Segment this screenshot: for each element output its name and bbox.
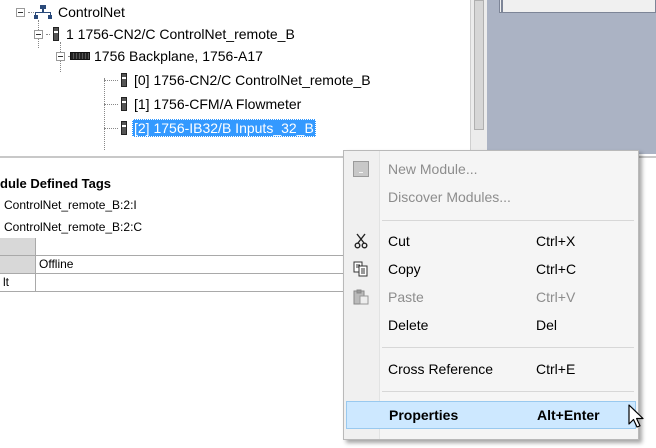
grid-status-cell: Offline (39, 257, 74, 271)
menu-item-label: New Module... (388, 161, 478, 177)
menu-separator (382, 347, 634, 348)
menu-item-shortcut: Ctrl+X (536, 233, 576, 249)
workspace-pane (487, 0, 656, 154)
tree-node-slot-0[interactable]: [0] 1756-CN2/C ControlNet_remote_B (104, 70, 373, 90)
module-icon (121, 121, 127, 135)
grid-cell (0, 238, 36, 255)
tree-connector (46, 33, 50, 35)
menu-item-shortcut: Ctrl+V (536, 289, 576, 305)
scrollbar-thumb[interactable] (474, 0, 484, 130)
menu-item-label: Discover Modules... (388, 189, 511, 205)
tag-grid: Offline lt (0, 238, 344, 292)
menu-item-label: Copy (388, 261, 421, 277)
scissors-icon (350, 231, 372, 251)
tree-node-label: 1 1756-CN2/C ControlNet_remote_B (66, 26, 295, 42)
menu-item-paste[interactable]: Paste Ctrl+V (346, 283, 636, 311)
mouse-cursor-icon (628, 404, 644, 428)
module-icon (121, 97, 127, 111)
tree-scrollbar[interactable] (470, 0, 487, 154)
menu-item-shortcut: Ctrl+E (536, 361, 576, 377)
grid-cell (36, 274, 344, 291)
new-module-icon (350, 159, 372, 179)
collapse-icon[interactable] (56, 51, 65, 61)
grid-cell (0, 256, 36, 273)
menu-item-discover-modules[interactable]: Discover Modules... (346, 183, 636, 211)
tree-connector (104, 103, 118, 105)
grid-row (0, 238, 344, 256)
tree-node-label: ControlNet (58, 4, 125, 20)
menu-separator (382, 391, 634, 392)
tree-node-slot-2[interactable]: [2] 1756-IB32/B Inputs_32_B (104, 118, 316, 138)
menu-item-cross-reference[interactable]: Cross Reference Ctrl+E (346, 355, 636, 383)
workspace-window (499, 0, 656, 13)
tree-node-label: [1] 1756-CFM/A Flowmeter (134, 96, 302, 112)
menu-item-new-module[interactable]: New Module... (346, 155, 636, 183)
module-icon (53, 27, 59, 41)
tree-node-cn2-remote-b[interactable]: 1 1756-CN2/C ControlNet_remote_B (34, 24, 297, 44)
menu-item-properties[interactable]: Properties Alt+Enter (346, 401, 636, 429)
grid-row: Offline (0, 256, 344, 274)
menu-item-copy[interactable]: Copy Ctrl+C (346, 255, 636, 283)
menu-item-shortcut: Alt+Enter (537, 407, 600, 423)
grid-row: lt (0, 274, 344, 292)
tree-node-label: [2] 1756-IB32/B Inputs_32_B (132, 119, 316, 137)
menu-item-label: Properties (389, 407, 459, 423)
tree-node-slot-1[interactable]: [1] 1756-CFM/A Flowmeter (104, 94, 303, 114)
menu-item-cut[interactable]: Cut Ctrl+X (346, 227, 636, 255)
network-icon (34, 5, 52, 19)
menu-item-shortcut: Del (536, 317, 558, 333)
grid-row-label: lt (0, 274, 36, 291)
menu-item-shortcut: Ctrl+C (536, 261, 577, 277)
menu-item-label: Paste (388, 289, 424, 305)
menu-item-delete[interactable]: Delete Del (346, 311, 636, 339)
tree-node-label: [0] 1756-CN2/C ControlNet_remote_B (134, 72, 371, 88)
collapse-icon[interactable] (16, 7, 25, 17)
module-icon (121, 73, 127, 87)
controller-organizer-tree: ControlNet 1 1756-CN2/C ControlNet_remot… (0, 0, 487, 154)
paste-icon (350, 287, 372, 307)
grid-cell (36, 238, 344, 255)
tag-item[interactable]: ControlNet_remote_B:2:C (4, 220, 142, 234)
menu-item-label: Cross Reference (388, 361, 494, 377)
workspace-divider (501, 0, 503, 12)
tree-node-backplane[interactable]: 1756 Backplane, 1756-A17 (56, 46, 265, 66)
tag-item[interactable]: ControlNet_remote_B:2:I (4, 198, 137, 212)
tree-node-label: 1756 Backplane, 1756-A17 (94, 48, 263, 64)
tree-connector (104, 127, 118, 129)
backplane-icon (70, 52, 90, 60)
menu-separator (382, 220, 634, 221)
copy-icon (350, 259, 372, 279)
tree-node-controlnet[interactable]: ControlNet (16, 2, 127, 22)
module-tags-header: dule Defined Tags (0, 176, 111, 191)
menu-item-label: Delete (388, 317, 429, 333)
context-menu: New Module... Discover Modules... Cut Ct… (343, 150, 639, 440)
collapse-icon[interactable] (34, 29, 43, 39)
tree-connector (104, 79, 118, 81)
menu-item-label: Cut (388, 233, 410, 249)
